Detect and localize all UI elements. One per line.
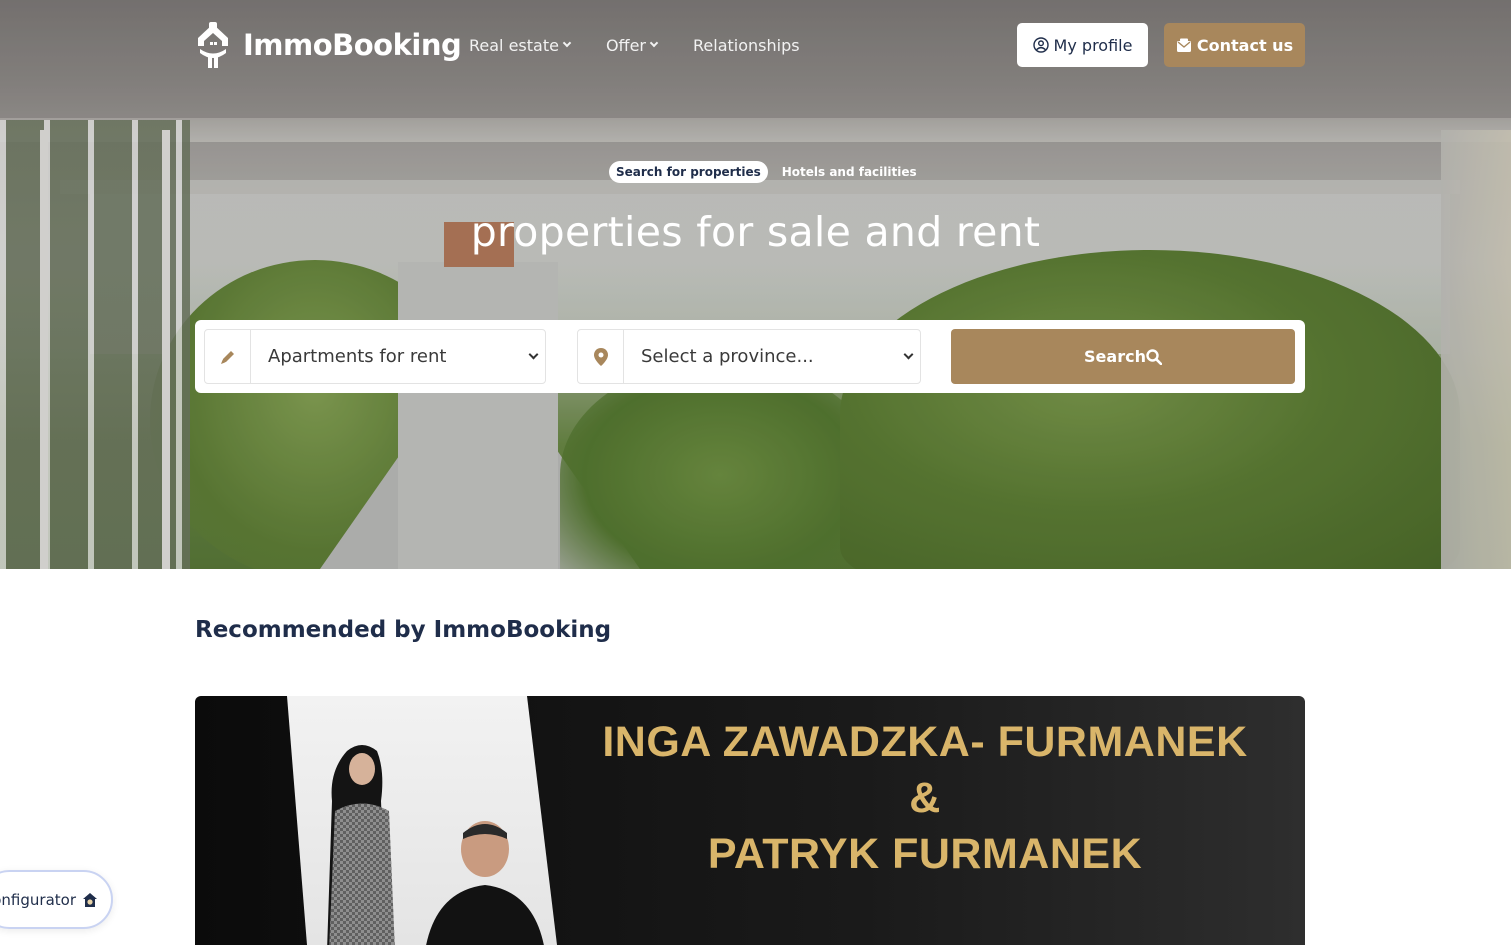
contact-us-label: Contact us [1196,35,1294,55]
hero-overlay [0,0,1511,569]
province-select[interactable]: Select a province... [577,329,921,384]
house-icon [83,892,97,907]
agent-man-image [426,821,544,945]
configurator-button[interactable]: onfigurator [0,870,113,929]
logo-text: ImmoBooking [243,28,462,62]
search-button-label: Search [1084,347,1146,366]
recommended-heading: Recommended by ImmoBooking [195,617,612,643]
menu-item-label: Real estate [469,35,559,55]
property-type-select[interactable]: Apartments for rent [204,329,546,384]
banner-text: INGA ZAWADZKA- FURMANEK & PATRYK FURMANE… [555,714,1295,882]
main-menu: Real estate Offer Relationships [469,20,836,70]
property-type-value: Apartments for rent [268,346,447,367]
agent-woman-image [327,745,395,945]
banner-line: PATRYK FURMANEK [707,830,1143,878]
banner-line: INGA ZAWADZKA- FURMANEK [602,718,1248,766]
chevron-down-icon [903,349,914,360]
my-profile-button[interactable]: My profile [1017,23,1148,67]
province-value: Select a province... [641,346,814,367]
logo-house-icon [195,22,231,68]
recommended-banner[interactable]: INGA ZAWADZKA- FURMANEK & PATRYK FURMANE… [195,696,1305,945]
search-icon [1146,348,1162,365]
map-pin-icon [578,330,624,383]
hero-background [0,0,1511,569]
menu-item-label: Relationships [693,35,800,55]
chevron-down-icon [649,38,659,48]
search-tabs: Search for properties Hotels and facilit… [609,161,924,183]
tab-search-properties[interactable]: Search for properties [609,161,768,183]
tab-hotels-facilities[interactable]: Hotels and facilities [775,161,924,183]
search-button[interactable]: Search [951,329,1295,384]
contact-us-button[interactable]: Contact us [1164,23,1305,67]
top-navigation: ImmoBooking Real estate Offer Relationsh… [195,20,1305,70]
menu-item-relationships[interactable]: Relationships [693,36,800,55]
menu-item-label: Offer [605,35,646,55]
configurator-label: onfigurator [0,890,76,909]
hero-title: properties for sale and rent [470,208,1041,256]
banner-line: & [909,774,941,822]
my-profile-label: My profile [1053,35,1133,55]
chevron-down-icon [528,349,539,360]
user-circle-icon [1032,37,1049,53]
menu-item-real-estate[interactable]: Real estate [469,35,572,55]
menu-item-offer[interactable]: Offer [605,35,659,55]
envelope-icon [1176,38,1191,52]
logo[interactable]: ImmoBooking [195,20,462,70]
pencil-icon [205,330,251,383]
search-panel: Apartments for rent Select a province...… [195,320,1305,393]
chevron-down-icon [562,38,572,48]
